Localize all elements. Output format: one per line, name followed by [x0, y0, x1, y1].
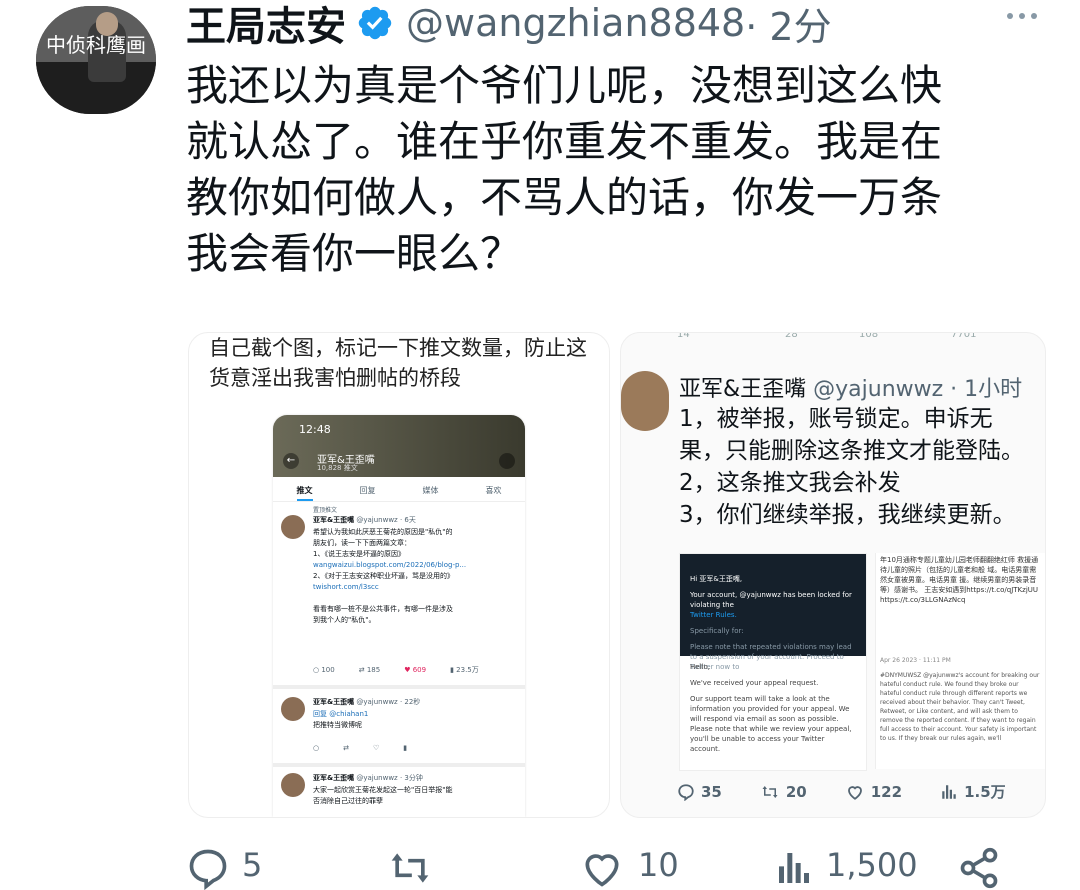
image2-tweet-header: 亚军&王歪嘴 @yajunwwz · 1小时 [679, 377, 1023, 402]
divider [273, 685, 525, 689]
back-arrow-icon: ← [283, 453, 299, 469]
phone-tweet: 亚军&王歪嘴 @yajunwwz · 3分钟 大家一起欣赏王菊花发起这一轮"百日… [281, 773, 517, 817]
phone-tweet-text: 回复 @chiahan1 把推特当微博呢 [313, 710, 369, 729]
verified-badge-icon [358, 6, 392, 40]
view-count: ▮ 23.5万 [450, 666, 479, 674]
avatar [281, 773, 305, 797]
tweet-line: 我还以为真是个爷们儿呢，没想到这么快 [186, 61, 943, 110]
view-count: 1,500 [826, 846, 918, 884]
tweet-time[interactable]: · 2分 [745, 0, 831, 51]
phone-tweet-text: 大家一起欣赏王菊花发起这一轮"百日举报"能 否消除自己过往的罪孽 [313, 786, 453, 805]
media-image-1[interactable]: 自己截个图，标记一下推文数量，防止这货意淫出我害怕删帖的桥段 12:48 ← 亚… [188, 332, 610, 818]
share-button[interactable] [956, 846, 1014, 890]
phone-tweet-header: 亚军&王歪嘴 @yajunwwz · 3分钟 [313, 774, 423, 782]
reply-count: 5 [242, 846, 263, 884]
cropped-stats-bar: 14 28 108 7701 [677, 333, 977, 340]
views-button[interactable]: 1,500 [774, 846, 918, 890]
tweet-body: 我还以为真是个爷们儿呢，没想到这么快 就认怂了。谁在乎你重发不重发。我是在 教你… [186, 58, 1046, 282]
like-icon [585, 854, 619, 887]
phone-tweet-actions: ○ 100 ⇄ 185 ♥ 609 ▮ 23.5万 [313, 665, 479, 676]
avatar-calligraphy: 中侦科鹰画 [46, 33, 146, 57]
phone-tweet-header: 亚军&王歪嘴 @yajunwwz · 22秒 [313, 698, 421, 706]
author-avatar[interactable]: 中侦科鹰画 [36, 6, 156, 114]
email-dark-header: Hi 亚军&王歪嘴, Your account, @yajunwwz has b… [680, 554, 866, 671]
like-count: ♥ 609 [404, 666, 427, 674]
like-button[interactable]: 10 [578, 846, 679, 890]
pinned-label: 置顶推文 [313, 507, 338, 514]
tweet-line: 教你如何做人，不骂人的话，你发一万条 [186, 173, 943, 222]
tab-replies: 回复 [359, 486, 376, 495]
phone-tweet: 亚军&王歪嘴 @yajunwwz · 6天 希望认为我如此厌恶王菊花的原因是"私… [281, 515, 517, 674]
share-icon [960, 847, 998, 889]
phone-tabs: 推文 回复 媒体 喜欢 [273, 481, 525, 502]
tweet-line: 就认怂了。谁在乎你重发不重发。我是在 [186, 117, 943, 166]
author-name[interactable]: 王局志安 [186, 0, 346, 52]
tab-likes: 喜欢 [485, 486, 502, 495]
phone-tweet: 亚军&王歪嘴 @yajunwwz · 22秒 回复 @chiahan1 把推特当… [281, 697, 517, 761]
reply-button[interactable]: 5 [186, 846, 262, 890]
image2-stats: 35 20 122 1.5万 [677, 781, 1044, 802]
like-count: 10 [638, 846, 679, 884]
tab-tweets: 推文 [296, 481, 313, 501]
retweet-count: 20 [760, 781, 807, 802]
more-options-icon[interactable] [1004, 4, 1044, 34]
author-handle[interactable]: @wangzhian8848 [406, 1, 745, 45]
phone-screenshot: 12:48 ← 亚军&王歪嘴 10,828 推文 推文 回复 媒体 喜欢 置顶推… [273, 415, 525, 817]
view-count: 1.5万 [940, 781, 1006, 802]
retweet-count: ⇄ 185 [358, 666, 381, 674]
avatar [621, 371, 669, 431]
tweet-header: 王局志安 @wangzhian8848 · 2分 [186, 0, 832, 50]
tweet-line: 我会看你一眼么？ [186, 229, 523, 278]
avatar [281, 697, 305, 721]
tweet-actions: 5 10 1,500 [186, 846, 1046, 890]
divider [273, 763, 525, 767]
media-image-2[interactable]: 14 28 108 7701 亚军&王歪嘴 @yajunwwz · 1小时 1，… [620, 332, 1046, 818]
search-icon [499, 453, 515, 469]
like-count: 122 [845, 781, 902, 802]
tab-media: 媒体 [422, 486, 439, 495]
image2-tweet-text: 1，被举报，账号锁定。申诉无 果，只能删除这条推文才能登陆。 2，这条推文我会补… [679, 406, 1024, 528]
views-icon [779, 853, 809, 883]
reply-icon [189, 849, 227, 890]
retweet-button[interactable] [386, 846, 446, 890]
image1-caption: 自己截个图，标记一下推文数量，防止这货意淫出我害怕删帖的桥段 [209, 336, 587, 390]
retweet-icon [391, 853, 429, 883]
reply-count: ○ 100 [313, 666, 335, 674]
phone-tweet-text: 希望认为我如此厌恶王菊花的原因是"私仇"的 朋友们，读一下下面两篇文章： 1、《… [313, 528, 467, 624]
avatar [281, 515, 305, 539]
phone-profile-count: 10,828 推文 [317, 464, 358, 472]
phone-tweet-actions: ○ ⇄ ♡ ▮ [313, 744, 408, 752]
reply-count: 35 [677, 781, 722, 802]
email-body: Hello, We've received your appeal reques… [690, 663, 852, 753]
phone-time: 12:48 [299, 423, 331, 436]
side-screenshot: 年10月通称专题儿童幼儿园老师翻翻绝红师 救援通待儿童的照片（包括的儿童老和般 … [875, 553, 1045, 769]
email-screenshot: Hi 亚军&王歪嘴, Your account, @yajunwwz has b… [679, 553, 867, 771]
phone-tweet-header: 亚军&王歪嘴 @yajunwwz · 6天 [313, 516, 416, 524]
